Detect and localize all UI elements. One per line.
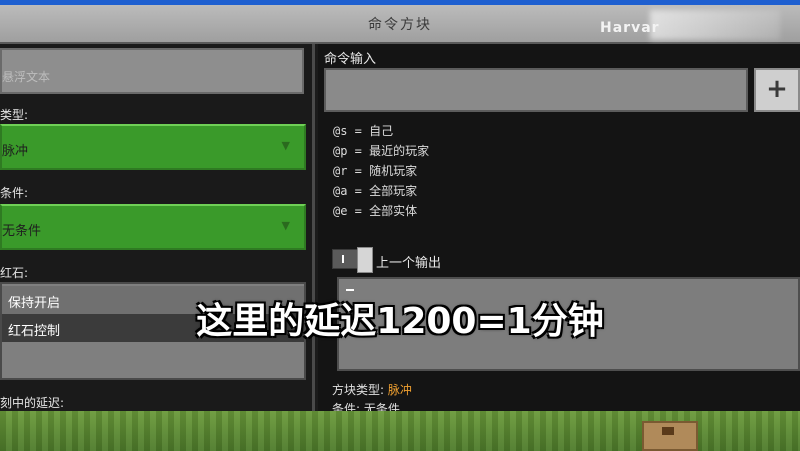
selector-hint: @a = 全部玩家 [333, 184, 418, 198]
info-block-type-label: 方块类型: [332, 383, 385, 397]
output-dash [346, 289, 354, 291]
info-block-type: 方块类型: 脉冲 [332, 381, 412, 398]
wooden-block [642, 421, 698, 451]
condition-dropdown[interactable]: 无条件 ▼ [0, 204, 306, 250]
selector-hint: @r = 随机玩家 [333, 164, 418, 178]
watermark-blur [650, 10, 780, 40]
hover-text-field[interactable]: 悬浮文本 [0, 48, 304, 94]
condition-value: 无条件 [2, 224, 42, 239]
chevron-down-icon: ▼ [281, 139, 290, 152]
previous-output-toggle[interactable] [332, 247, 373, 273]
toggle-knob [357, 247, 373, 273]
condition-label: 条件: [0, 186, 29, 200]
block-type-dropdown[interactable]: 脉冲 ▼ [0, 124, 306, 170]
selector-hint: @e = 全部实体 [333, 204, 418, 218]
video-subtitle: 这里的延迟1200=1分钟 [196, 301, 604, 342]
left-panel: 悬浮文本 类型: 脉冲 ▼ 条件: 无条件 ▼ 红石: 保持开启 红石控制 刻中… [0, 44, 315, 411]
block-type-value: 脉冲 [2, 144, 29, 159]
previous-output-label: 上一个输出 [376, 256, 442, 271]
block-type-label: 类型: [0, 108, 29, 122]
tick-delay-label: 刻中的延迟: [0, 396, 65, 410]
block-mark [662, 427, 674, 435]
watermark-text: Harvar [600, 20, 660, 36]
window-edge [0, 0, 800, 5]
toggle-on-indicator [342, 255, 344, 263]
right-panel: 命令输入 + @s = 自己 @p = 最近的玩家 @r = 随机玩家 @a =… [318, 44, 800, 416]
chevron-down-icon: ▼ [281, 219, 290, 232]
command-input[interactable] [324, 68, 748, 112]
title-bar: 命令方块 Harvar [0, 0, 800, 44]
command-input-label: 命令输入 [324, 52, 377, 67]
info-block-type-value: 脉冲 [387, 383, 412, 397]
selector-hint: @s = 自己 [333, 124, 394, 138]
add-command-button[interactable]: + [754, 68, 800, 112]
selector-hint: @p = 最近的玩家 [333, 144, 430, 158]
hover-text-placeholder: 悬浮文本 [2, 70, 51, 84]
redstone-label: 红石: [0, 266, 29, 280]
